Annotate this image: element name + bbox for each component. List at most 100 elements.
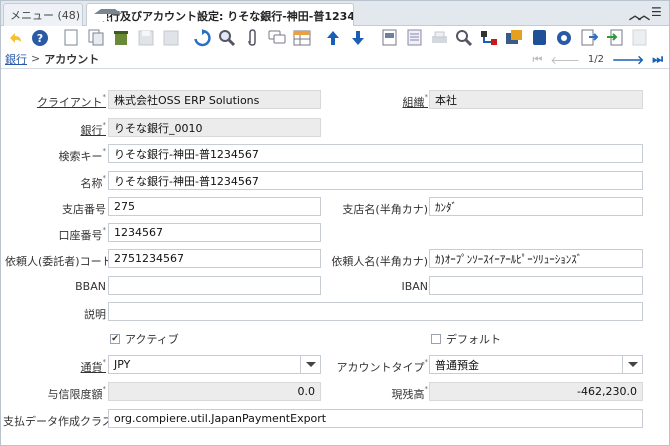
requestername-label: 依頼人名(半角カナ)	[331, 255, 428, 268]
active-checkbox[interactable]: ✔ アクティブ	[110, 331, 179, 347]
name-label: 名称*	[80, 174, 107, 190]
previous-record-icon[interactable]: 🡐	[550, 53, 580, 67]
accountno-label-text: 口座番号	[58, 229, 103, 242]
creditlimit-field: 0.0	[108, 382, 321, 401]
accounttype-select[interactable]: 普通預金	[429, 355, 643, 374]
searchkey-value: りそな銀行-神田-普1234567	[114, 147, 259, 161]
searchkey-input[interactable]: りそな銀行-神田-普1234567	[108, 144, 643, 163]
creditlimit-value: 0.0	[297, 385, 316, 398]
org-label-text: 組織	[402, 96, 425, 109]
breadcrumb-separator: >	[31, 52, 41, 65]
branchname-label: 支店名(半角カナ)	[342, 203, 428, 216]
branchno-input[interactable]: 275	[108, 197, 321, 216]
delete-icon[interactable]	[111, 28, 131, 48]
accounttype-label: アカウントタイプ*	[336, 358, 429, 374]
record-navigator: ⏮ 🡐 1/2 🡒 ⏭	[533, 52, 664, 67]
breadcrumb: 銀行 > アカウント ⏮ 🡐 1/2 🡒 ⏭	[1, 49, 669, 69]
requests-icon[interactable]	[504, 28, 524, 48]
bank-field: りそな銀行_0010	[108, 118, 321, 137]
chevron-down-icon[interactable]	[300, 356, 320, 373]
currency-value: JPY	[114, 358, 131, 371]
requestername-input[interactable]: ｶ)ｵｰﾌﾟﾝｿｰｽｲｰｱｰﾙﾋﾟｰｿﾘｭｰｼｮﾝｽﾞ	[429, 249, 643, 268]
balance-value: -462,230.0	[577, 385, 637, 398]
breadcrumb-parent-link[interactable]: 銀行	[5, 51, 27, 67]
archive-icon[interactable]	[404, 28, 424, 48]
org-value: 本社	[435, 93, 457, 107]
find-icon[interactable]	[217, 28, 237, 48]
report-icon[interactable]	[379, 28, 399, 48]
breadcrumb-current: アカウント	[44, 52, 100, 66]
balance-label: 現残高*	[391, 385, 429, 401]
currency-select[interactable]: JPY	[108, 355, 321, 374]
default-check-box	[431, 334, 441, 344]
collapse-icon[interactable]: ︿︿	[629, 6, 650, 23]
save-icon[interactable]	[136, 28, 156, 48]
tab-active-label: 銀行及びアカウント設定: りそな銀行-神田-普1234...	[98, 9, 354, 23]
requestercode-label: 依頼人(委託者)コード	[5, 255, 113, 268]
currency-label[interactable]: 通貨*	[11, 358, 107, 375]
save-new-icon[interactable]	[161, 28, 181, 48]
product-info-icon[interactable]	[529, 28, 549, 48]
export-icon[interactable]	[579, 28, 599, 48]
paymentexport-input[interactable]: org.compiere.util.JapanPaymentExport	[108, 409, 643, 428]
process-icon[interactable]	[554, 28, 574, 48]
copy-record-icon[interactable]	[86, 28, 106, 48]
description-input[interactable]	[108, 302, 643, 321]
name-input[interactable]: りそな銀行-神田-普1234567	[108, 171, 643, 190]
refresh-icon[interactable]	[192, 28, 212, 48]
requestercode-input[interactable]: 2751234567	[108, 249, 321, 268]
description-label: 説明	[84, 308, 106, 321]
post-it-icon[interactable]	[629, 28, 649, 48]
active-label: アクティブ	[125, 333, 179, 346]
active-workflows-icon[interactable]	[479, 28, 499, 48]
requestercode-value: 2751234567	[114, 252, 184, 265]
tab-menu[interactable]: メニュー (48)	[3, 3, 83, 26]
name-label-text: 名称	[80, 177, 103, 190]
new-record-icon[interactable]	[61, 28, 81, 48]
tab-bar: メニュー (48) 銀行及びアカウント設定: りそな銀行-神田-普1234...…	[1, 1, 669, 27]
import-icon[interactable]	[604, 28, 624, 48]
accountno-input[interactable]: 1234567	[108, 223, 321, 242]
print-icon[interactable]	[429, 28, 449, 48]
bban-label: BBAN	[75, 280, 106, 293]
tab-bank-account[interactable]: 銀行及びアカウント設定: りそな銀行-神田-普1234... ✖	[86, 3, 354, 27]
accounttype-label-text: アカウントタイプ	[336, 361, 425, 374]
client-value: 株式会社OSS ERP Solutions	[114, 93, 260, 107]
branchname-input[interactable]: ｶﾝﾀﾞ	[429, 197, 643, 216]
next-record-icon[interactable]	[348, 28, 368, 48]
chevron-down-icon[interactable]	[622, 356, 642, 373]
default-checkbox[interactable]: デフォルト	[431, 331, 501, 347]
client-label[interactable]: クライアント*	[11, 93, 106, 110]
attachment-icon[interactable]	[242, 28, 262, 48]
first-record-icon[interactable]: ⏮	[533, 53, 543, 67]
bban-input[interactable]	[108, 276, 321, 295]
currency-label-text: 通貨	[80, 361, 103, 374]
last-record-icon[interactable]: ⏭	[652, 52, 663, 67]
creditlimit-label-text: 与信限度額	[47, 388, 103, 401]
client-field: 株式会社OSS ERP Solutions	[108, 90, 321, 109]
org-label[interactable]: 組織*	[341, 93, 429, 110]
undo-icon[interactable]	[5, 28, 25, 48]
balance-label-text: 現残高	[391, 388, 425, 401]
accountno-value: 1234567	[114, 226, 163, 239]
bank-label[interactable]: 銀行*	[11, 121, 107, 138]
active-check-mark: ✔	[110, 333, 120, 344]
org-field: 本社	[429, 90, 643, 109]
paymentexport-label: 支払データ作成クラス	[3, 415, 113, 428]
toolbar: ?	[1, 26, 669, 49]
next-record-nav-icon[interactable]: 🡒	[612, 52, 644, 67]
bank-label-text: 銀行	[80, 124, 103, 137]
name-value: りそな銀行-神田-普1234567	[114, 174, 259, 188]
grid-toggle-icon[interactable]	[292, 28, 312, 48]
tab-list-icon[interactable]: ☰	[651, 5, 662, 19]
branchno-value: 275	[114, 200, 135, 213]
iban-label: IBAN	[401, 280, 428, 293]
requestername-value: ｶ)ｵｰﾌﾟﾝｿｰｽｲｰｱｰﾙﾋﾟｰｿﾘｭｰｼｮﾝｽﾞ	[435, 252, 583, 266]
zoom-across-icon[interactable]	[454, 28, 474, 48]
svg-text:?: ?	[37, 32, 43, 45]
client-label-text: クライアント	[36, 96, 103, 109]
iban-input[interactable]	[429, 276, 643, 295]
chat-icon[interactable]	[267, 28, 287, 48]
help-icon[interactable]: ?	[30, 28, 50, 48]
prev-record-icon[interactable]	[323, 28, 343, 48]
